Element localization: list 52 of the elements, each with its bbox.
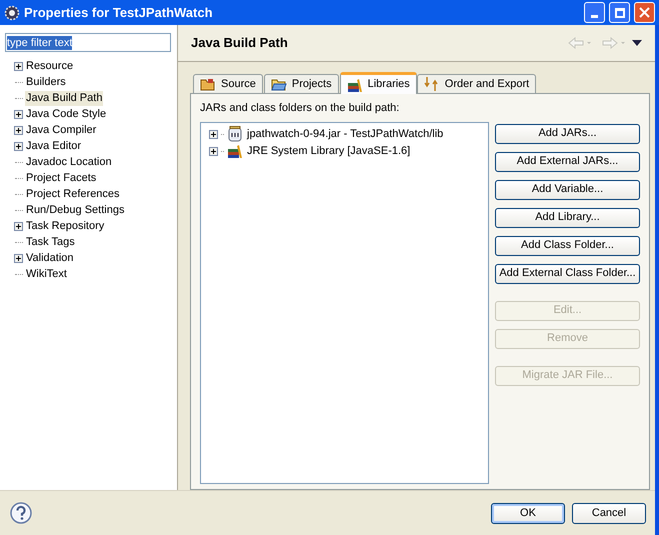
action-button[interactable]: Add External Class Folder...	[495, 264, 640, 284]
help-icon[interactable]	[10, 502, 32, 524]
close-icon	[639, 7, 650, 18]
nav-item[interactable]: Validation	[25, 250, 74, 266]
nav-item[interactable]: Resource	[25, 58, 74, 74]
action-button[interactable]: Add Library...	[495, 208, 640, 228]
expand-icon[interactable]	[14, 254, 23, 262]
nav-item[interactable]: Java Editor	[25, 138, 82, 154]
nav-item[interactable]: WikiText	[25, 266, 68, 282]
expand-icon[interactable]	[14, 222, 23, 230]
page-title: Java Build Path	[191, 34, 288, 52]
window-title: Properties for TestJPathWatch	[24, 4, 213, 22]
expand-icon[interactable]	[209, 130, 218, 138]
nav-item[interactable]: Javadoc Location	[25, 154, 113, 170]
tab[interactable]: Libraries	[340, 72, 417, 94]
tab[interactable]: Projects	[264, 74, 339, 93]
books-icon	[346, 76, 363, 92]
dialog-button[interactable]: OK	[491, 502, 565, 524]
action-button[interactable]: Add Variable...	[495, 180, 640, 200]
nav-item[interactable]: Java Code Style	[25, 106, 108, 122]
filter-field[interactable]: type filter text	[5, 33, 171, 52]
maximize-button[interactable]	[609, 2, 630, 23]
nav-item[interactable]: Task Repository	[25, 218, 106, 234]
dialog-button[interactable]: Cancel	[572, 502, 646, 524]
nav-item[interactable]: Project References	[25, 186, 121, 202]
arrows-icon	[424, 76, 440, 92]
action-button[interactable]: Add JARs...	[495, 124, 640, 144]
nav-item[interactable]: Task Tags	[25, 234, 76, 250]
nav-item[interactable]: Project Facets	[25, 170, 98, 186]
books-icon	[227, 143, 243, 159]
library-entry[interactable]: JRE System Library [JavaSE-1.6]	[247, 142, 410, 160]
nav-item[interactable]: Run/Debug Settings	[25, 202, 126, 218]
close-button[interactable]	[634, 2, 655, 23]
nav-item[interactable]: Builders	[25, 74, 67, 90]
action-button[interactable]: Add External JARs...	[495, 152, 640, 172]
tab[interactable]: Order and Export	[416, 74, 536, 93]
gear-icon	[4, 4, 20, 20]
action-button[interactable]: Add Class Folder...	[495, 236, 640, 256]
nav-item[interactable]: Java Compiler	[25, 122, 98, 138]
dropdown-icon[interactable]	[632, 40, 642, 46]
library-entry[interactable]: jpathwatch-0-94.jar - TestJPathWatch/lib	[247, 126, 444, 142]
expand-icon[interactable]	[14, 62, 23, 70]
folder-icon	[200, 76, 216, 92]
expand-icon[interactable]	[14, 126, 23, 134]
expand-icon[interactable]	[14, 142, 23, 150]
expand-icon[interactable]	[14, 110, 23, 118]
minimize-button[interactable]	[584, 2, 605, 23]
nav-item[interactable]: Java Build Path	[25, 90, 104, 106]
jar-icon	[227, 126, 243, 142]
section-label: JARs and class folders on the build path:	[200, 101, 400, 116]
tab[interactable]: Source	[193, 74, 263, 93]
expand-icon[interactable]	[209, 146, 218, 156]
